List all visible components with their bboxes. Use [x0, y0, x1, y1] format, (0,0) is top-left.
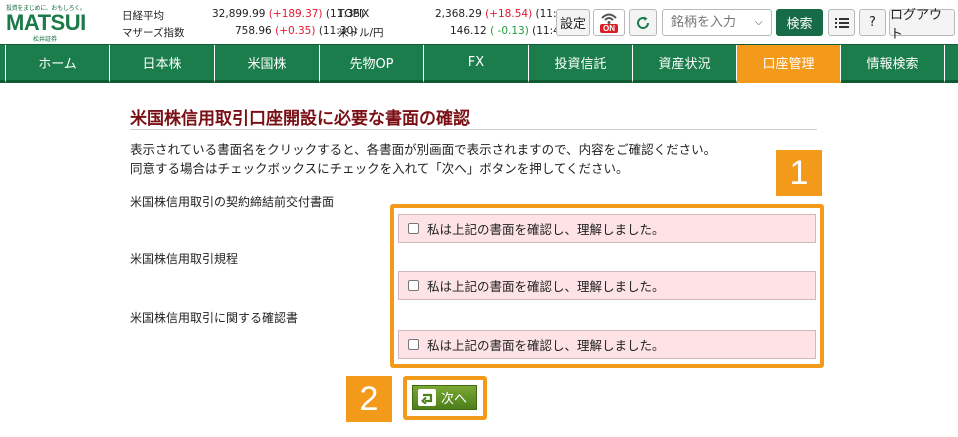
market-value: 758.96 — [235, 25, 272, 37]
confirm-label: 私は上記の書面を確認し、理解しました。 — [427, 222, 665, 237]
matsui-logo[interactable]: 投資をまじめに、おもしろく。 MATSUI 松井証券 — [6, 3, 98, 43]
tab-us-stocks[interactable]: 米国株 — [215, 45, 320, 83]
nav-spacer — [945, 45, 958, 83]
on-badge: ON — [600, 24, 618, 33]
tab-japan-stocks[interactable]: 日本株 — [110, 45, 215, 83]
market-name: 米ドル/円 — [338, 27, 384, 39]
confirm-label: 私は上記の書面を確認し、理解しました。 — [427, 338, 665, 353]
logout-button[interactable]: ログアウト — [889, 8, 955, 42]
header: 投資をまじめに、おもしろく。 MATSUI 松井証券 日経平均 32,899.9… — [0, 0, 958, 44]
title-divider — [130, 129, 817, 130]
refresh-icon — [637, 16, 650, 29]
page-title: 米国株信用取引口座開設に必要な書面の確認 — [130, 109, 470, 129]
document-link-pre-contract[interactable]: 米国株信用取引の契約締結前交付書面 — [130, 193, 334, 210]
logo-sub: 松井証券 — [32, 36, 57, 43]
tab-info-search[interactable]: 情報検索 — [841, 45, 945, 83]
market-change: (+189.37) — [268, 8, 323, 20]
market-topix: TOPIX — [338, 8, 369, 20]
stock-search-field[interactable]: ⌵ — [662, 9, 772, 36]
confirm-checkbox[interactable] — [408, 339, 419, 350]
settings-button[interactable]: 設定 — [556, 9, 590, 36]
market-value: 2,368.29 — [435, 8, 482, 20]
market-name: 日経平均 — [122, 10, 164, 22]
confirm-checkbox-row[interactable]: 私は上記の書面を確認し、理解しました。 — [398, 214, 816, 243]
confirm-checkbox[interactable] — [408, 223, 419, 234]
document-link-confirmation[interactable]: 米国株信用取引に関する確認書 — [130, 309, 298, 326]
market-usdjpy-values: 146.12 ( -0.13) (11:42) — [450, 25, 571, 37]
refresh-button[interactable] — [629, 9, 657, 36]
next-button[interactable]: 次へ — [412, 385, 477, 410]
menu-button[interactable] — [828, 9, 855, 36]
confirm-checkbox-row[interactable]: 私は上記の書面を確認し、理解しました。 — [398, 330, 816, 359]
tab-futures-options[interactable]: 先物OP — [320, 45, 424, 83]
instruction-text-1: 表示されている書面名をクリックすると、各書面が別画面で表示されますので、内容をご… — [130, 142, 717, 157]
market-nikkei: 日経平均 — [122, 8, 164, 23]
market-topix-values: 2,368.29 (+18.54) (11:30) — [435, 8, 574, 20]
stock-search-input[interactable] — [663, 15, 755, 30]
realtime-toggle-button[interactable]: ON — [593, 9, 625, 36]
confirm-checkbox-row[interactable]: 私は上記の書面を確認し、理解しました。 — [398, 271, 816, 300]
help-button[interactable]: ? — [859, 9, 886, 36]
callout-badge-2: 2 — [346, 376, 392, 422]
confirm-label: 私は上記の書面を確認し、理解しました。 — [427, 279, 665, 294]
market-value: 32,899.99 — [212, 8, 266, 20]
next-label: 次へ — [441, 392, 468, 407]
instruction-text-2: 同意する場合はチェックボックスにチェックを入れて「次へ」ボタンを押してください。 — [130, 161, 629, 176]
market-value: 146.12 — [450, 25, 487, 37]
tab-investment-trusts[interactable]: 投資信託 — [529, 45, 633, 83]
market-change: (+18.54) — [485, 8, 533, 20]
search-button[interactable]: 検索 — [776, 9, 823, 36]
tab-fx[interactable]: FX — [424, 45, 529, 83]
callout-badge-1: 1 — [776, 150, 822, 196]
wifi-icon — [601, 13, 617, 24]
market-name: TOPIX — [338, 8, 370, 20]
market-usdjpy: 米ドル/円 — [338, 25, 384, 40]
market-change: (+0.35) — [275, 25, 316, 37]
market-change: ( -0.13) — [490, 25, 529, 37]
list-icon — [834, 17, 849, 28]
return-arrow-icon — [418, 389, 436, 406]
main-nav: ホーム 日本株 米国株 先物OP FX 投資信託 資産状況 口座管理 情報検索 — [0, 44, 958, 83]
tab-asset-status[interactable]: 資産状況 — [633, 45, 737, 83]
market-mothers: マザーズ指数 — [122, 25, 184, 40]
chevron-down-icon[interactable]: ⌵ — [755, 17, 763, 28]
tab-home[interactable]: ホーム — [6, 45, 110, 83]
tab-account-management[interactable]: 口座管理 — [737, 45, 841, 83]
market-name: マザーズ指数 — [122, 27, 185, 39]
logo-word: MATSUI — [6, 10, 86, 35]
document-link-rules[interactable]: 米国株信用取引規程 — [130, 250, 238, 267]
confirm-checkbox[interactable] — [408, 280, 419, 291]
